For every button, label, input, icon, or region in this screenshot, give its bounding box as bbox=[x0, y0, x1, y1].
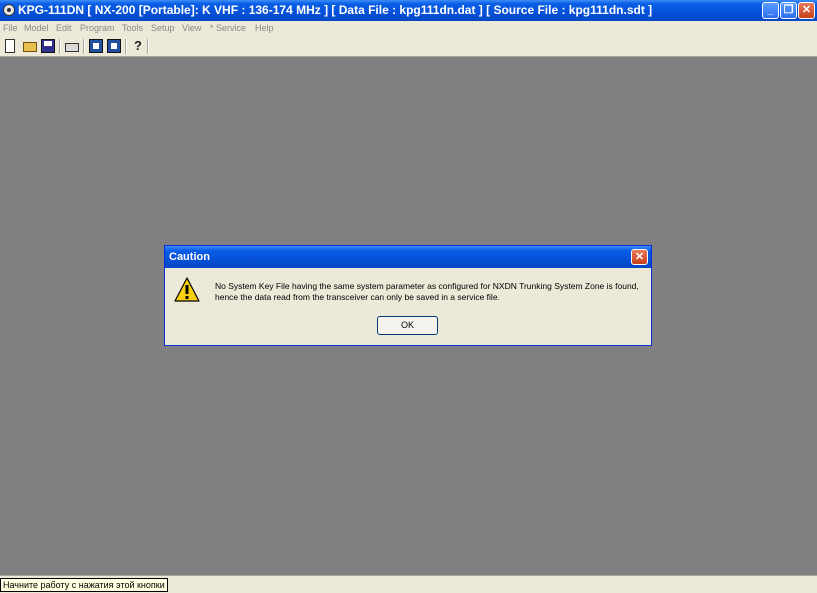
save-disk-icon[interactable] bbox=[41, 39, 55, 53]
menu-help[interactable]: Help bbox=[255, 23, 274, 33]
print-icon[interactable] bbox=[65, 43, 79, 52]
menu-tools[interactable]: Tools bbox=[122, 23, 143, 33]
toolbar-separator bbox=[59, 39, 61, 54]
app-icon[interactable] bbox=[3, 4, 15, 16]
new-file-icon[interactable] bbox=[5, 39, 15, 53]
menu-file[interactable]: File bbox=[3, 23, 18, 33]
dialog-title: Caution bbox=[169, 251, 210, 263]
minimize-button[interactable]: _ bbox=[762, 2, 779, 19]
menu-model[interactable]: Model bbox=[24, 23, 49, 33]
menu-view[interactable]: View bbox=[182, 23, 201, 33]
maximize-button[interactable]: ❐ bbox=[780, 2, 797, 19]
toolbar-separator bbox=[147, 39, 149, 54]
menu-edit[interactable]: Edit bbox=[56, 23, 72, 33]
toolbar: ? bbox=[0, 37, 817, 57]
toolbar-separator bbox=[125, 39, 127, 54]
warning-icon bbox=[174, 277, 200, 302]
toolbar-separator bbox=[83, 39, 85, 54]
menu-program[interactable]: Program bbox=[80, 23, 115, 33]
menu-service[interactable]: * Service bbox=[210, 23, 246, 33]
caution-dialog: Caution ✕ No System Key File having the … bbox=[164, 245, 652, 346]
window-title: KPG-111DN [ NX-200 [Portable]: K VHF : 1… bbox=[18, 3, 653, 17]
menu-setup[interactable]: Setup bbox=[151, 23, 175, 33]
open-folder-icon[interactable] bbox=[23, 42, 37, 52]
read-radio-icon[interactable] bbox=[89, 39, 103, 53]
dialog-message-line: hence the data read from the transceiver… bbox=[215, 292, 500, 302]
dialog-title-bar[interactable]: Caution ✕ bbox=[165, 246, 651, 268]
ok-button[interactable]: OK bbox=[377, 316, 438, 335]
window-title-bar[interactable]: KPG-111DN [ NX-200 [Portable]: K VHF : 1… bbox=[0, 0, 817, 21]
write-radio-icon[interactable] bbox=[107, 39, 121, 53]
dialog-message-line: No System Key File having the same syste… bbox=[215, 281, 639, 291]
menu-bar: File Model Edit Program Tools Setup View… bbox=[0, 21, 817, 37]
dialog-close-button[interactable]: ✕ bbox=[631, 249, 648, 265]
dialog-message: No System Key File having the same syste… bbox=[215, 281, 645, 303]
help-icon[interactable]: ? bbox=[131, 39, 145, 53]
close-button[interactable]: ✕ bbox=[798, 2, 815, 19]
tooltip: Начните работу с нажатия этой кнопки bbox=[0, 578, 168, 592]
